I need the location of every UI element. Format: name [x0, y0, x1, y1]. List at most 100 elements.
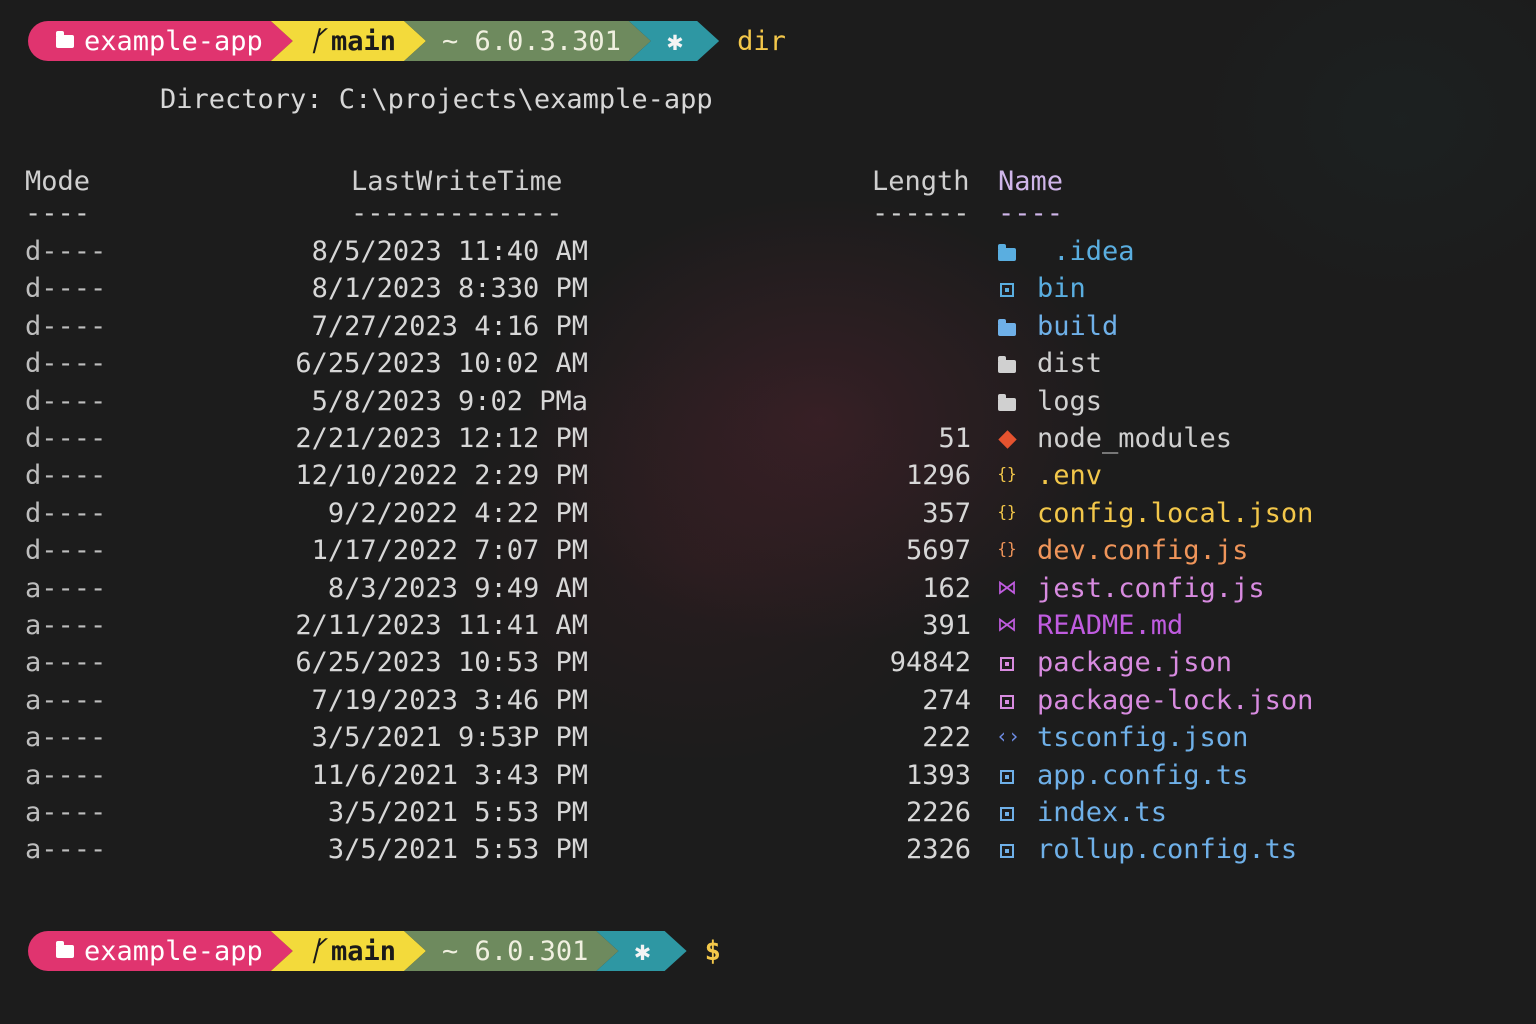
prompt-dotnet-segment: ~ 6.0.3.301 [404, 21, 651, 61]
prompt-branch-segment: ᚴ main [271, 21, 426, 61]
row-name[interactable]: bin [1037, 273, 1086, 304]
row-lastwritetime: 12/10/2022 2:29 PM [295, 460, 588, 492]
row-length: 1393 [905, 759, 971, 791]
row-lastwritetime: 8/5/2023 11:40 AM [311, 236, 588, 267]
row-mode: d---- [25, 535, 107, 567]
vscode-icon: ⋈ [997, 574, 1017, 599]
row-mode: a---- [25, 684, 107, 716]
prompt-dotnet-label: ~ 6.0.301 [442, 935, 589, 967]
row-lastwritetime: 1/17/2022 7:07 PM [311, 535, 588, 567]
row-name[interactable]: .env [1037, 460, 1102, 491]
header-time-rule: ------------- [351, 198, 563, 229]
prompt-dotnet-label: ~ 6.0.3.301 [442, 25, 621, 57]
row-name[interactable]: dev.config.js [1037, 535, 1248, 566]
table-row: d---- 8/1/2023 8:330 PM bin [0, 273, 1536, 310]
row-name[interactable]: README.md [1037, 610, 1183, 641]
row-length: 51 [938, 423, 971, 454]
code-icon: ‹› [996, 724, 1021, 749]
row-name[interactable]: config.local.json [1037, 498, 1313, 529]
prompt-folder-label: example-app [84, 935, 263, 967]
bottom-prompt: example-app ᚴ main ~ 6.0.301 ✱ $ [28, 931, 721, 971]
table-row: a---- 3/5/2021 5:53 PM 2326 rollup.config.t… [0, 834, 1536, 871]
table-row: d---- 6/25/2023 10:02 AM dist [0, 348, 1536, 385]
row-mode: a---- [25, 610, 107, 641]
row-length: 5697 [905, 535, 971, 567]
row-length: 2226 [905, 797, 971, 828]
row-lastwritetime: 11/6/2021 3:43 PM [311, 759, 588, 791]
row-name[interactable]: rollup.config.ts [1037, 834, 1297, 865]
npm-icon [996, 425, 1018, 449]
row-mode: d---- [25, 236, 107, 267]
file-icon [996, 762, 1018, 786]
header-mode-rule: ---- [25, 198, 91, 229]
row-lastwritetime: 5/8/2023 9:02 PMa [311, 385, 588, 417]
table-row: d---- 9/2/2022 4:22 PM 357 {} config.local.j… [0, 498, 1536, 535]
row-name[interactable]: node_modules [1037, 423, 1232, 454]
row-mode: d---- [25, 348, 107, 380]
row-mode: d---- [25, 460, 107, 492]
row-mode: d---- [25, 385, 107, 417]
table-row: a---- 7/19/2023 3:46 PM 274 package-lock.js… [0, 685, 1536, 722]
row-length: 222 [922, 722, 971, 754]
row-length: 162 [922, 572, 971, 604]
braces-icon: {} [997, 464, 1017, 484]
row-mode: d---- [25, 423, 107, 454]
command-text: dir [737, 25, 786, 57]
table-row: a---- 11/6/2021 3:43 PM 1393 app.config.ts [0, 760, 1536, 797]
plug-icon: ✱ [634, 935, 651, 967]
table-row: d---- 12/10/2022 2:29 PM 1296 {} .env [0, 460, 1536, 497]
prompt-branch-label: main [331, 25, 397, 57]
prompt-symbol[interactable]: $ [705, 936, 721, 967]
row-lastwritetime: 8/3/2023 9:49 AM [327, 572, 588, 604]
table-row: d---- 5/8/2023 9:02 PMa logs [0, 386, 1536, 423]
row-length: 357 [922, 497, 971, 529]
row-mode: a---- [25, 647, 107, 679]
header-mode: Mode [25, 166, 91, 197]
row-lastwritetime: 7/27/2023 4:16 PM [311, 310, 588, 342]
row-length: 94842 [889, 647, 971, 679]
row-name[interactable]: build [1037, 311, 1118, 342]
git-branch-icon: ᚴ [308, 25, 326, 57]
row-name[interactable]: jest.config.js [1037, 573, 1265, 604]
header-length: Length [872, 166, 970, 197]
prompt-folder-segment: example-app [28, 931, 293, 971]
folder-icon [996, 388, 1018, 412]
row-name[interactable]: dist [1037, 348, 1102, 379]
prompt-branch-segment: ᚴ main [271, 931, 426, 971]
row-lastwritetime: 3/5/2021 5:53 PM [327, 797, 588, 828]
row-length: 1296 [905, 460, 971, 492]
row-lastwritetime: 6/25/2023 10:53 PM [295, 647, 588, 679]
plug-icon: ✱ [666, 25, 684, 57]
folder-icon [996, 238, 1018, 262]
folder-icon [996, 313, 1018, 337]
row-mode: d---- [25, 497, 107, 529]
row-lastwritetime: 8/1/2023 8:330 PM [311, 273, 588, 305]
prompt-dotnet-segment: ~ 6.0.301 [404, 931, 618, 971]
row-name[interactable]: package.json [1037, 647, 1232, 678]
row-mode: d---- [25, 273, 107, 305]
prompt-folder-label: example-app [84, 25, 263, 57]
row-name[interactable]: logs [1037, 386, 1102, 417]
table-row: d---- 2/21/2023 12:12 PM 51 node_modules [0, 423, 1536, 460]
row-name[interactable]: index.ts [1037, 797, 1167, 828]
row-lastwritetime: 6/25/2023 10:02 AM [295, 348, 588, 380]
table-row: a---- 3/5/2021 5:53 PM 2226 index.ts [0, 797, 1536, 834]
header-name-rule: ---- [998, 198, 1064, 229]
row-length: 274 [922, 684, 971, 716]
prompt-folder-segment: example-app [28, 21, 293, 61]
row-lastwritetime: 2/11/2023 11:41 AM [295, 610, 588, 641]
row-mode: a---- [25, 759, 107, 791]
header-lastwritetime: LastWriteTime [351, 166, 563, 197]
prompt-branch-label: main [331, 935, 397, 967]
row-mode: a---- [25, 834, 107, 866]
row-name[interactable]: .idea [1037, 236, 1134, 267]
file-icon [996, 649, 1018, 673]
file-icon [996, 799, 1018, 823]
table-row: a---- 2/11/2023 11:41 AM 391 ⋈ README.md [0, 610, 1536, 647]
row-mode: d---- [25, 310, 107, 342]
braces-icon: {} [997, 501, 1017, 521]
row-name[interactable]: package-lock.json [1037, 685, 1313, 716]
row-lastwritetime: 9/2/2022 4:22 PM [327, 497, 588, 529]
row-name[interactable]: app.config.ts [1037, 760, 1248, 791]
row-name[interactable]: tsconfig.json [1037, 722, 1248, 753]
